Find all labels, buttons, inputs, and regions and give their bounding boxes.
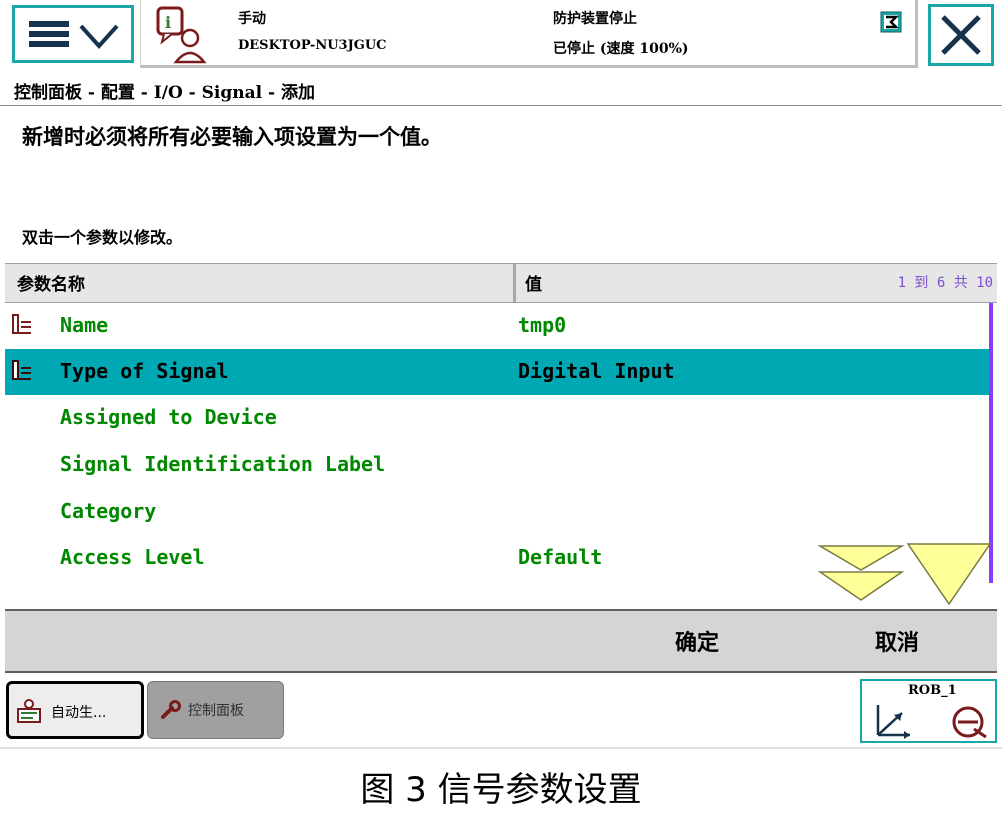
cancel-button[interactable]: 取消 bbox=[875, 625, 919, 657]
breadcrumb: 控制面板 - 配置 - I/O - Signal - 添加 bbox=[0, 72, 1002, 106]
quickset-robot-button[interactable]: ROB_1 bbox=[860, 679, 997, 743]
param-name: Category bbox=[60, 499, 157, 523]
column-header-name: 参数名称 bbox=[17, 275, 85, 295]
close-button[interactable] bbox=[928, 4, 994, 66]
event-log-info-icon[interactable]: i bbox=[152, 6, 212, 64]
param-name: Type of Signal bbox=[60, 359, 229, 383]
program-status-icon bbox=[880, 11, 902, 33]
param-value: Digital Input bbox=[518, 359, 675, 383]
top-bar: i 手动 DESKTOP-NU3JGUC 防护装置停止 已停止 (速度 100%… bbox=[0, 0, 1002, 70]
tool-speed-icon bbox=[952, 706, 987, 739]
controller-name: DESKTOP-NU3JGUC bbox=[238, 38, 387, 53]
param-value: tmp0 bbox=[518, 313, 567, 337]
page-down-button[interactable] bbox=[818, 545, 905, 601]
table-row[interactable]: Name tmp0 bbox=[5, 303, 991, 349]
taskbar-item-label: 控制面板 bbox=[188, 703, 244, 719]
column-divider[interactable] bbox=[513, 264, 516, 302]
param-icon bbox=[12, 360, 31, 380]
main-menu-button[interactable] bbox=[12, 5, 134, 63]
ok-button[interactable]: 确定 bbox=[675, 625, 719, 657]
scroll-down-button[interactable] bbox=[906, 543, 992, 606]
taskbar-item-label: 自动生... bbox=[51, 705, 107, 721]
run-status: 已停止 (速度 100%) bbox=[553, 41, 689, 57]
svg-text:i: i bbox=[165, 13, 171, 32]
param-icon bbox=[12, 314, 31, 334]
chevron-down-icon bbox=[79, 24, 119, 49]
divider bbox=[0, 747, 1002, 749]
close-icon bbox=[941, 15, 981, 55]
operation-mode: 手动 bbox=[238, 11, 266, 27]
figure-caption: 图 3 信号参数设置 bbox=[360, 770, 642, 810]
robot-name: ROB_1 bbox=[908, 683, 957, 698]
instruction-required-values: 新增时必须将所有必要输入项设置为一个值。 bbox=[22, 124, 442, 149]
guard-status: 防护装置停止 bbox=[553, 11, 637, 27]
table-row[interactable]: Category bbox=[5, 489, 991, 535]
wrench-icon bbox=[161, 700, 181, 719]
taskbar-item-control-panel[interactable]: 控制面板 bbox=[147, 681, 284, 739]
scroll-buttons bbox=[818, 543, 992, 606]
instruction-double-click: 双击一个参数以修改。 bbox=[22, 228, 183, 247]
table-row-selected[interactable]: Type of Signal Digital Input bbox=[5, 349, 991, 395]
taskbar: 自动生... 控制面板 ROB_1 bbox=[0, 675, 1002, 747]
taskbar-item-autogen[interactable]: 自动生... bbox=[6, 681, 144, 739]
param-name: Access Level bbox=[60, 545, 205, 569]
table-row[interactable]: Signal Identification Label bbox=[5, 442, 991, 488]
column-header-value: 值 bbox=[525, 275, 542, 295]
row-count: 1 到 6 共 10 bbox=[897, 275, 993, 291]
table-row[interactable]: Assigned to Device bbox=[5, 395, 991, 441]
param-name: Signal Identification Label bbox=[60, 452, 386, 476]
param-name: Assigned to Device bbox=[60, 405, 277, 429]
command-bar: 确定 取消 bbox=[5, 609, 997, 673]
table-header: 参数名称 值 1 到 6 共 10 bbox=[5, 263, 997, 303]
program-window-icon bbox=[17, 699, 41, 723]
param-value: Default bbox=[518, 545, 603, 569]
param-name: Name bbox=[60, 313, 109, 337]
jog-coordinate-icon bbox=[876, 705, 910, 739]
breadcrumb-text: 控制面板 - 配置 - I/O - Signal - 添加 bbox=[14, 83, 315, 103]
